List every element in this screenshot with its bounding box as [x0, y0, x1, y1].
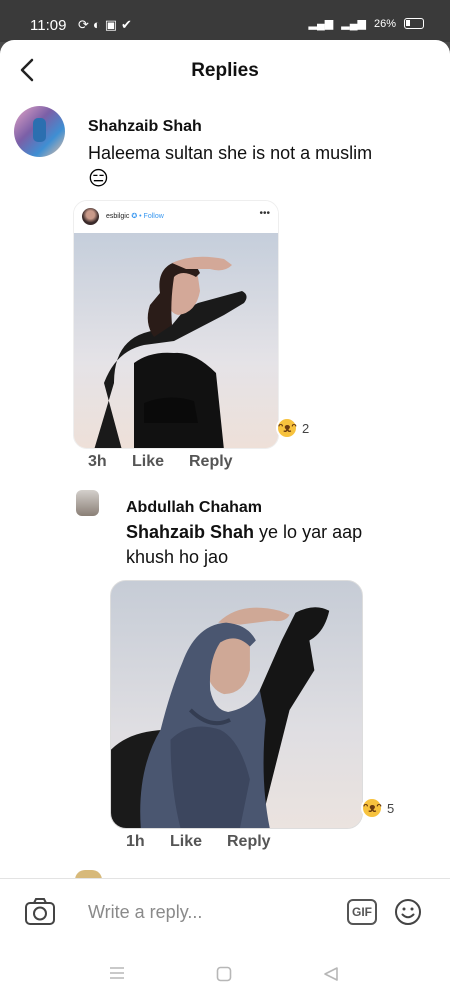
- mention-link[interactable]: Shahzaib Shah: [126, 522, 254, 542]
- gif-icon[interactable]: GIF: [347, 899, 377, 925]
- comment-author[interactable]: Shahzaib Shah: [88, 118, 202, 136]
- post-avatar: [82, 208, 99, 225]
- post-photo: [74, 233, 278, 448]
- battery-level: 26%: [373, 17, 396, 30]
- header: Replies: [0, 40, 450, 102]
- comment-time: 1h: [126, 833, 145, 850]
- emoji-icon[interactable]: [394, 898, 422, 926]
- reaction-summary[interactable]: ᵔᴥᵔ 5: [361, 797, 394, 819]
- reaction-summary[interactable]: ᵔᴥᵔ 2: [276, 417, 309, 439]
- comment-author[interactable]: Abdullah Chaham: [126, 499, 262, 517]
- home-icon[interactable]: [216, 966, 232, 982]
- battery-icon: [404, 18, 424, 29]
- reaction-count: 5: [387, 800, 395, 816]
- comment-actions: 3h Like Reply: [88, 453, 233, 471]
- menu-icon[interactable]: [108, 966, 126, 980]
- replies-sheet: Replies Shahzaib Shah Haleema sultan she…: [0, 40, 450, 999]
- reply-button[interactable]: Reply: [189, 453, 233, 471]
- verified-badge-icon: ✪: [131, 213, 138, 220]
- post-username: esbilgic: [106, 213, 130, 220]
- post-header: esbilgic ✪ • Follow •••: [74, 201, 278, 233]
- reply-composer: GIF: [0, 878, 450, 946]
- attached-photo[interactable]: [110, 580, 363, 829]
- signal-icon: ▂▄▆: [308, 18, 334, 30]
- haha-reaction-icon: ᵔᴥᵔ: [276, 417, 298, 439]
- status-time: 11:09: [30, 17, 67, 34]
- like-button[interactable]: Like: [132, 453, 189, 471]
- camera-icon[interactable]: [24, 897, 56, 927]
- reaction-count: 2: [302, 420, 310, 436]
- comment-text: Shahzaib Shah ye lo yar aap: [126, 520, 362, 544]
- expressionless-emoji: 😑: [88, 168, 109, 190]
- like-button[interactable]: Like: [170, 833, 227, 851]
- system-nav-bar: [0, 946, 450, 999]
- comment-text: Haleema sultan she is not a muslim: [88, 143, 373, 163]
- avatar[interactable]: [76, 490, 99, 516]
- signal-icon-2: ▂▄▆: [341, 18, 366, 30]
- comment-actions: 1h Like Reply: [126, 833, 271, 851]
- page-title: Replies: [191, 60, 259, 81]
- comment-text-line-2: khush ho jao: [126, 547, 229, 567]
- avatar[interactable]: [14, 106, 65, 157]
- status-bar: 11:09 ⟳◐▣✔ ▂▄▆ ▂▄▆ 26%: [0, 0, 450, 42]
- post-follow-link: Follow: [143, 213, 164, 220]
- reply-input[interactable]: [88, 900, 328, 924]
- embedded-post[interactable]: esbilgic ✪ • Follow •••: [73, 200, 279, 449]
- more-options-icon: •••: [259, 208, 270, 219]
- back-triangle-icon[interactable]: [323, 966, 339, 982]
- status-right-icons: ▂▄▆ ▂▄▆ 26%: [309, 17, 424, 30]
- haha-reaction-icon: ᵔᴥᵔ: [361, 797, 383, 819]
- comment-time: 3h: [88, 453, 107, 470]
- reply-button[interactable]: Reply: [227, 833, 271, 851]
- comment-text-line-1: ye lo yar aap: [259, 522, 363, 542]
- status-notification-icons: ⟳◐▣✔: [78, 17, 136, 32]
